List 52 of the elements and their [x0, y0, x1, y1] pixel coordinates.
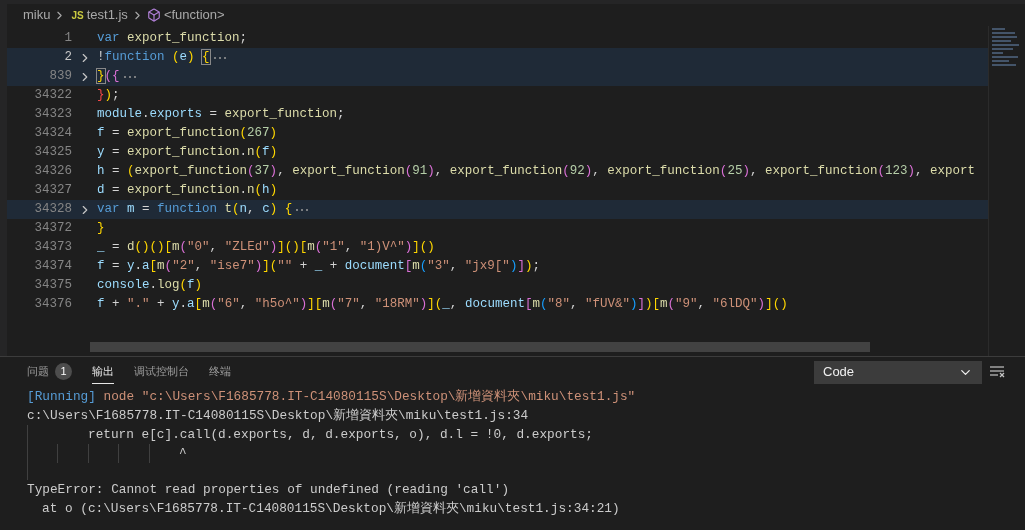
line-number: 34325	[33, 144, 72, 162]
line-number: 2	[63, 49, 72, 67]
output-line: c:\Users\F1685778.IT-C14080115S\Desktop\新增資料夾\miku\test1.js:34	[27, 407, 530, 425]
line-number: 34374	[33, 258, 72, 276]
line-number: 34322	[33, 87, 72, 105]
code-line: var export_function;	[97, 30, 248, 48]
code-line: });	[97, 87, 120, 105]
ellipsis-icon[interactable]	[122, 74, 137, 79]
error-message: TypeError: Cannot read properties of undefined (reading 'call')	[27, 481, 511, 499]
line-number: 34324	[33, 125, 72, 143]
output-line: ^	[179, 445, 187, 463]
cube-icon	[146, 8, 161, 22]
code-line: h = (export_function(37), export_function(91), export_function(92), export_function(25), export_function(123), export	[97, 163, 976, 181]
line-number: 34327	[33, 182, 72, 200]
breadcrumb-item[interactable]: <function>	[163, 5, 225, 25]
line-number: 34375	[33, 277, 72, 295]
line-number: 34372	[33, 220, 72, 238]
ellipsis-icon[interactable]	[212, 55, 227, 60]
code-line: d = export_function.n(h)	[97, 182, 278, 200]
breadcrumb-item[interactable]: miku	[23, 5, 51, 25]
code-line: module.exports = export_function;	[97, 106, 345, 124]
js-file-icon: JS	[71, 7, 84, 23]
code-line: _ = d()()[m("0", "ZLEd")]()[m("1", "1)V^")]()	[97, 239, 435, 257]
line-number: 1	[63, 30, 72, 48]
panel-tab[interactable]: 问题 1	[27, 360, 72, 384]
line-number: 839	[48, 68, 72, 86]
output-line: at o (c:\Users\F1685778.IT-C14080115S\Desktop\新增資料夾\miku\test1.js:34:21)	[41, 500, 621, 518]
line-number: 34323	[33, 106, 72, 124]
line-number: 34328	[33, 201, 72, 219]
code-line: console.log(f)	[97, 277, 203, 295]
code-line: f + "." + y.a[m("6", "h5o^")][m("7", "18RM")](_, document[m("8", "fUV&")])[m("9", "6lDQ")]()	[97, 296, 788, 314]
line-number: 34326	[33, 163, 72, 181]
count-badge: 1	[55, 363, 72, 380]
breadcrumb-item[interactable]: test1.js	[86, 5, 128, 25]
line-number: 34373	[33, 239, 72, 257]
ellipsis-icon[interactable]	[295, 207, 310, 212]
line-number: 34376	[33, 296, 72, 314]
code-line: var m = function t(n, c) {	[97, 201, 293, 219]
code-line: !function (e) {	[97, 49, 210, 67]
panel-tab[interactable]: 终端	[209, 360, 231, 384]
code-line: }	[97, 220, 105, 238]
output-line: return e[c].call(d.exports, d, d.exports, o), d.l = !0, d.exports;	[88, 426, 593, 444]
code-line: f = y.a[m("2", "ise7")]("" + _ + document[m("3", "jx9[")]);	[97, 258, 540, 276]
code-line: }({	[97, 68, 120, 86]
output-line: [Running] node "c:\Users\F1685778.IT-C14080115S\Desktop\新增資料夾\miku\test1.js"	[27, 388, 637, 406]
panel-tab[interactable]: 输出	[92, 360, 114, 384]
panel-tab[interactable]: 调试控制台	[134, 360, 189, 384]
clear-output-icon[interactable]	[990, 366, 1005, 378]
code-line: f = export_function(267)	[97, 125, 278, 143]
horizontal-scrollbar[interactable]	[90, 342, 870, 352]
code-line: y = export_function.n(f)	[97, 144, 278, 162]
output-channel-select[interactable]: Code	[814, 360, 982, 384]
